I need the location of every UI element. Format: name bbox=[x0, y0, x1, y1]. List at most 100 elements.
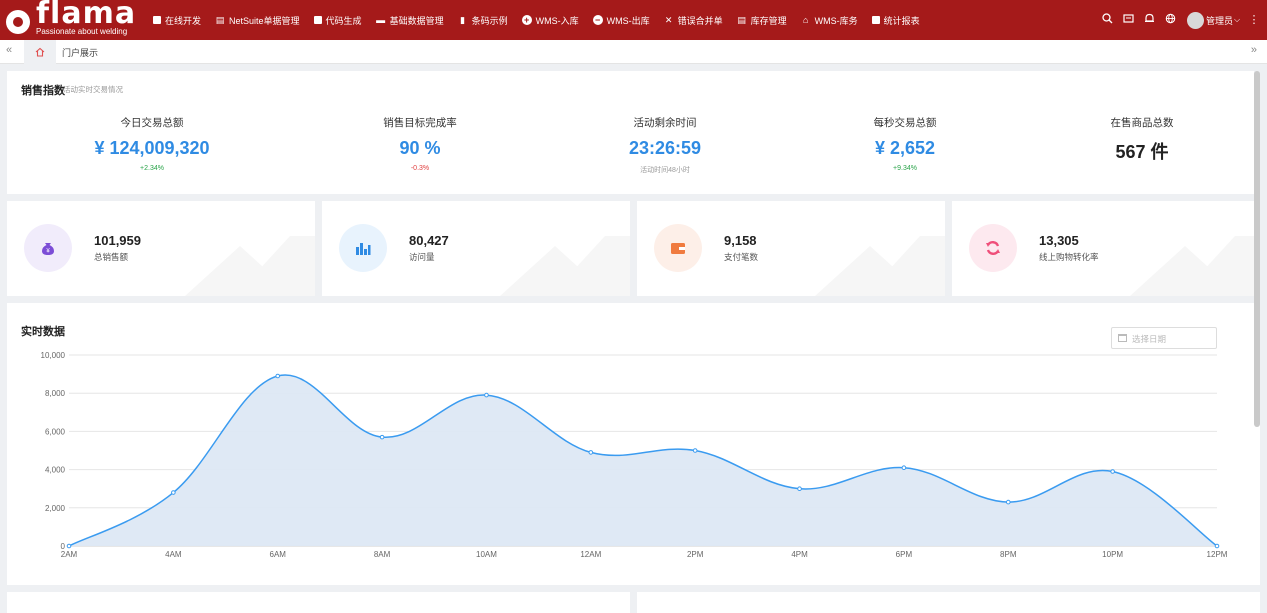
nav-item-label: 代码生成 bbox=[325, 15, 362, 26]
data-point[interactable] bbox=[901, 465, 907, 470]
y-tick-label: 6,000 bbox=[45, 427, 66, 436]
x-tick-label: 8AM bbox=[374, 550, 391, 559]
page-scrollbar[interactable] bbox=[1254, 71, 1260, 427]
nav-item-label: WMS-入库 bbox=[535, 15, 579, 26]
kpi-value: ¥ 2,652 bbox=[874, 138, 936, 158]
tab-home[interactable] bbox=[24, 40, 56, 64]
data-point[interactable] bbox=[275, 373, 281, 379]
tab-bar: « 门户展示 » bbox=[0, 40, 1267, 64]
nav-item-label: WMS-库务 bbox=[814, 15, 858, 26]
chart-area-fill bbox=[69, 375, 1217, 546]
kpi-change: -0.3% bbox=[410, 165, 430, 172]
nav-item-basic-data[interactable]: ▬ 基础数据管理 bbox=[376, 14, 444, 27]
bell-icon[interactable] bbox=[1143, 13, 1157, 27]
folder-icon: ▬ bbox=[376, 15, 386, 25]
nav-item-wms-inbound[interactable]: + WMS-入库 bbox=[521, 14, 579, 27]
stat-label: 访问量 bbox=[409, 252, 435, 262]
bottom-right-card bbox=[637, 592, 1260, 613]
stat-icon-circle bbox=[654, 224, 702, 272]
logo-tagline: Passionate about welding bbox=[36, 27, 128, 36]
stat-icon-circle bbox=[339, 224, 387, 272]
stat-card-conversion[interactable]: 13,305 线上购物转化率 bbox=[952, 201, 1260, 296]
home-icon bbox=[35, 47, 45, 57]
brand-logo[interactable]: flama Passionate about welding bbox=[6, 0, 144, 38]
chart-y-axis: 02,0004,0006,0008,00010,000 bbox=[41, 351, 66, 551]
kpi-value: 567 件 bbox=[1115, 142, 1169, 162]
stat-icon-circle: ¥ bbox=[24, 224, 72, 272]
nav-item-label: 错误合并单 bbox=[677, 15, 723, 26]
nav-item-label: NetSuite单据管理 bbox=[229, 15, 300, 26]
square-icon bbox=[871, 16, 880, 24]
message-icon[interactable] bbox=[1122, 13, 1136, 27]
kpi-target-rate: 销售目标完成率 90 % -0.3% bbox=[310, 115, 530, 172]
sales-index-title: 销售指数 bbox=[21, 85, 65, 97]
card-decoration bbox=[1130, 236, 1260, 296]
y-tick-label: 2,000 bbox=[45, 504, 66, 513]
data-point[interactable] bbox=[1005, 499, 1011, 505]
nav-item-codegen[interactable]: 代码生成 bbox=[313, 14, 362, 27]
refresh-icon bbox=[986, 241, 1000, 255]
tabs-scroll-right-icon[interactable]: » bbox=[1251, 44, 1257, 56]
nav-item-label: 在线开发 bbox=[165, 15, 202, 26]
nav-item-label: 库存管理 bbox=[750, 15, 787, 26]
avatar[interactable] bbox=[1186, 11, 1204, 29]
tab-portal[interactable]: 门户展示 bbox=[62, 46, 98, 59]
nav-item-label: 基础数据管理 bbox=[389, 15, 444, 26]
stat-card-visits[interactable]: 80,427 访问量 bbox=[322, 201, 630, 296]
minus-circle-icon: − bbox=[592, 15, 603, 25]
kpi-remaining-time: 活动剩余时间 23:26:59 活动时间48小时 bbox=[555, 115, 775, 175]
y-tick-label: 10,000 bbox=[41, 351, 66, 360]
realtime-data-card: 实时数据 选择日期 0 2,000 4,000 6,000 8,000 10,000 2A… bbox=[7, 303, 1260, 585]
nav-item-reports[interactable]: 统计报表 bbox=[871, 14, 920, 27]
kpi-label: 销售目标完成率 bbox=[383, 117, 457, 129]
barcode-icon: ▮ bbox=[460, 15, 466, 25]
nav-item-online-dev[interactable]: 在线开发 bbox=[153, 14, 201, 27]
x-tick-label: 2AM bbox=[61, 550, 78, 559]
stat-card-payments[interactable]: 9,158 支付笔数 bbox=[637, 201, 945, 296]
square-icon bbox=[313, 16, 322, 24]
kpi-label: 活动剩余时间 bbox=[633, 117, 697, 129]
kpi-note: 活动时间48小时 bbox=[640, 167, 690, 174]
money-bag-icon: ¥ bbox=[42, 243, 54, 255]
data-point[interactable] bbox=[66, 543, 72, 549]
data-point[interactable] bbox=[1214, 543, 1220, 549]
x-tick-label: 10PM bbox=[1102, 550, 1123, 559]
nav-item-wms-outbound[interactable]: − WMS-出库 bbox=[592, 14, 650, 27]
data-point[interactable] bbox=[588, 450, 594, 455]
stat-label: 支付笔数 bbox=[724, 252, 759, 262]
stat-value: 9,158 bbox=[724, 233, 757, 248]
card-decoration bbox=[500, 236, 630, 296]
user-name[interactable]: 管理员 bbox=[1206, 14, 1233, 27]
data-point[interactable] bbox=[797, 486, 802, 491]
nav-item-error-merge[interactable]: ✕ 错误合并单 bbox=[664, 14, 723, 27]
realtime-area-chart[interactable]: 02,0004,0006,0008,00010,000 2AM 4AM 6AM 8AM… bbox=[7, 303, 1260, 585]
nav-item-barcode[interactable]: ▮ 条码示例 bbox=[458, 14, 508, 27]
data-point[interactable] bbox=[692, 448, 698, 453]
x-tick-label: 2PM bbox=[687, 550, 704, 559]
data-point[interactable] bbox=[379, 434, 385, 440]
sales-index-card: 销售指数 活动实时交易情况 今日交易总额 ¥ 124,009,320 +2.34… bbox=[7, 71, 1254, 194]
stat-icon-circle bbox=[969, 224, 1017, 272]
x-tick-label: 4AM bbox=[165, 550, 182, 559]
data-point[interactable] bbox=[171, 490, 176, 495]
nav-item-netsuite[interactable]: ▤ NetSuite单据管理 bbox=[215, 14, 300, 27]
document-icon: ▤ bbox=[737, 15, 746, 25]
main-menu: 在线开发 ▤ NetSuite单据管理 代码生成 ▬ 基础数据管理 ▮ 条码示例 + W… bbox=[150, 0, 920, 40]
globe-icon[interactable] bbox=[1164, 13, 1178, 27]
data-point[interactable] bbox=[484, 392, 489, 398]
nav-item-wms-warehouse[interactable]: ⌂ WMS-库务 bbox=[801, 14, 858, 27]
kpi-per-second: 每秒交易总额 ¥ 2,652 +9.34% bbox=[795, 115, 1015, 172]
more-vertical-icon[interactable]: ⋮ bbox=[1247, 13, 1261, 27]
nav-item-inventory[interactable]: ▤ 库存管理 bbox=[737, 14, 787, 27]
x-tick-label: 10AM bbox=[476, 550, 497, 559]
search-icon[interactable] bbox=[1101, 13, 1115, 27]
stat-value: 101,959 bbox=[94, 233, 141, 248]
kpi-label: 每秒交易总额 bbox=[873, 117, 937, 129]
kpi-value: 90 % bbox=[399, 138, 441, 158]
stat-card-total-sales[interactable]: ¥ 101,959 总销售额 bbox=[7, 201, 315, 296]
tabs-scroll-left-icon[interactable]: « bbox=[6, 44, 12, 56]
y-tick-label: 8,000 bbox=[45, 389, 66, 398]
stat-label: 线上购物转化率 bbox=[1039, 252, 1099, 262]
chevron-down-icon[interactable]: ⌵ bbox=[1233, 13, 1241, 27]
data-point[interactable] bbox=[1110, 469, 1115, 474]
